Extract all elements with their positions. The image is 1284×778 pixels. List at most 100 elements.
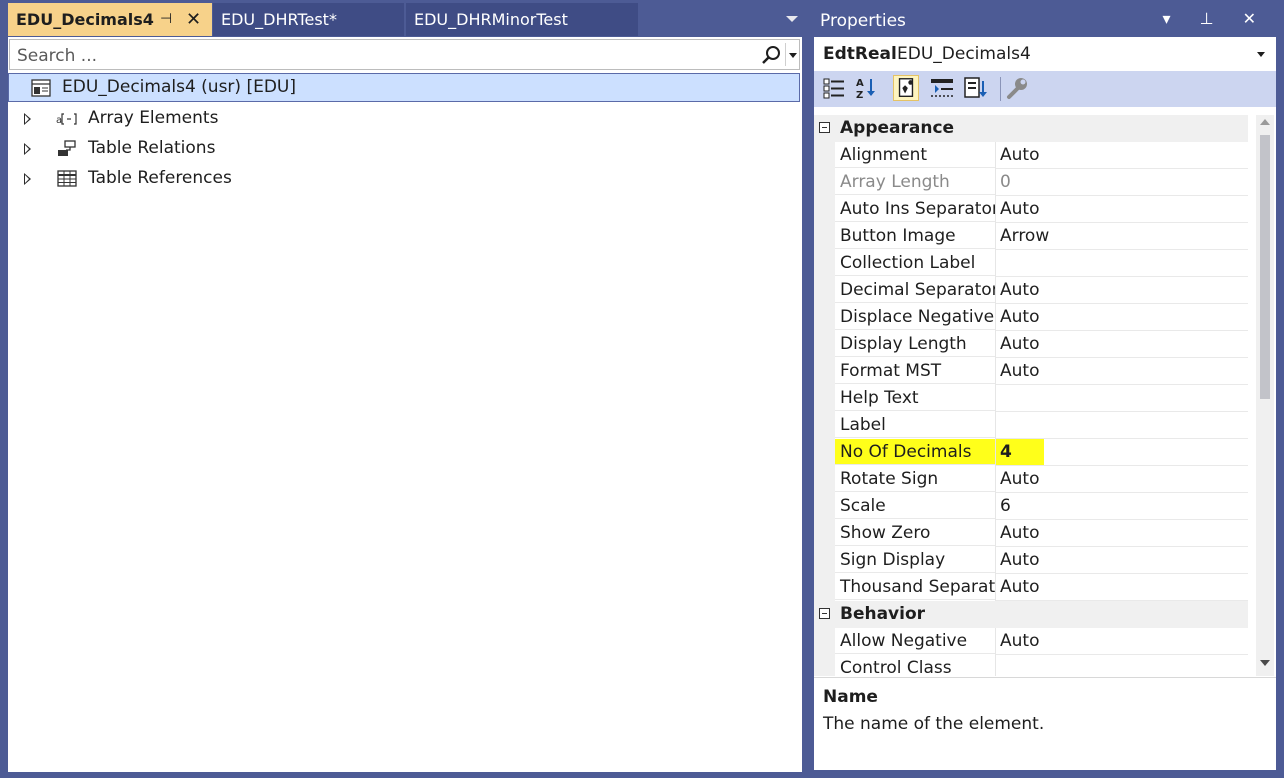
row-gutter bbox=[814, 358, 835, 385]
chevron-down-icon[interactable] bbox=[1257, 52, 1265, 57]
properties-panel: EdtReal EDU_Decimals4 A Z Appearance Ali… bbox=[814, 37, 1276, 770]
scroll-down-icon[interactable] bbox=[1260, 660, 1270, 666]
property-row-collection-label[interactable]: Collection Label bbox=[814, 250, 1248, 277]
properties-toolbar: A Z bbox=[814, 71, 1276, 107]
property-row-show-zero[interactable]: Show Zero Auto bbox=[814, 520, 1248, 547]
property-row-auto-ins-separator[interactable]: Auto Ins Separator Auto bbox=[814, 196, 1248, 223]
expand-arrow-icon[interactable] bbox=[24, 113, 31, 125]
pin-icon[interactable]: ⊣ bbox=[160, 3, 172, 36]
property-name: Collection Label bbox=[835, 250, 995, 276]
svg-text:A: A bbox=[856, 78, 864, 89]
tree-item-label: Array Elements bbox=[88, 108, 219, 128]
property-value[interactable]: Auto bbox=[996, 304, 1248, 331]
property-row-no-of-decimals[interactable]: No Of Decimals 4 bbox=[814, 439, 1248, 466]
close-icon[interactable]: ✕ bbox=[186, 3, 201, 36]
description-divider[interactable] bbox=[814, 677, 1276, 678]
window-buttons-icon[interactable]: ▾ ⊥ ✕ bbox=[1162, 9, 1268, 28]
property-name: Rotate Sign bbox=[835, 466, 995, 492]
scroll-thumb[interactable] bbox=[1260, 135, 1270, 399]
scroll-up-icon[interactable] bbox=[1260, 119, 1270, 125]
toolbar-separator bbox=[1000, 77, 1001, 101]
property-value[interactable]: Auto bbox=[996, 520, 1248, 547]
property-value[interactable]: Auto bbox=[996, 466, 1248, 493]
property-grid-scrollbar[interactable] bbox=[1256, 115, 1274, 676]
tab-edu-decimals4[interactable]: EDU_Decimals4 ⊣ ✕ bbox=[8, 3, 212, 36]
description-title: Name bbox=[823, 687, 878, 707]
property-value[interactable]: Auto bbox=[996, 331, 1248, 358]
collapse-icon[interactable] bbox=[819, 122, 830, 133]
property-row-thousand-separato[interactable]: Thousand Separato Auto bbox=[814, 574, 1248, 601]
category-behavior[interactable]: Behavior bbox=[814, 601, 1248, 628]
property-name: Auto Ins Separator bbox=[835, 196, 995, 222]
property-name: Help Text bbox=[835, 385, 995, 411]
property-row-decimal-separator[interactable]: Decimal Separator Auto bbox=[814, 277, 1248, 304]
property-row-help-text[interactable]: Help Text bbox=[814, 385, 1248, 412]
tree-item-table-relations[interactable]: Table Relations bbox=[8, 134, 800, 164]
property-row-alignment[interactable]: Alignment Auto bbox=[814, 142, 1248, 169]
categorized-icon[interactable] bbox=[821, 75, 847, 101]
property-value[interactable]: 4 bbox=[996, 439, 1248, 466]
search-icon[interactable] bbox=[760, 44, 782, 66]
property-value[interactable]: Auto bbox=[996, 358, 1248, 385]
tab-overflow-dropdown-icon[interactable] bbox=[786, 16, 798, 22]
category-label: Behavior bbox=[840, 604, 926, 624]
row-gutter bbox=[814, 628, 835, 655]
property-row-array-length[interactable]: Array Length 0 bbox=[814, 169, 1248, 196]
object-selector[interactable]: EdtReal EDU_Decimals4 bbox=[814, 37, 1276, 71]
tab-edu-dhrminortest[interactable]: EDU_DHRMinorTest bbox=[406, 3, 638, 36]
property-value[interactable]: Auto bbox=[996, 547, 1248, 574]
property-value[interactable]: 6 bbox=[996, 493, 1248, 520]
sort-alphabetical-icon[interactable]: A Z bbox=[853, 75, 879, 101]
row-gutter bbox=[814, 169, 835, 196]
property-row-display-length[interactable]: Display Length Auto bbox=[814, 331, 1248, 358]
property-row-button-image[interactable]: Button Image Arrow bbox=[814, 223, 1248, 250]
row-gutter bbox=[814, 574, 835, 601]
property-value[interactable]: Auto bbox=[996, 142, 1248, 169]
search-input[interactable] bbox=[10, 40, 759, 71]
property-value[interactable] bbox=[996, 412, 1248, 439]
expand-arrow-icon[interactable] bbox=[24, 143, 31, 155]
tab-edu-dhrtest[interactable]: EDU_DHRTest* bbox=[213, 3, 404, 36]
tree-root-label: EDU_Decimals4 (usr) [EDU] bbox=[62, 77, 296, 97]
tree-item-table-references[interactable]: Table References bbox=[8, 164, 800, 194]
search-options-dropdown-icon[interactable] bbox=[789, 53, 797, 58]
row-gutter bbox=[814, 547, 835, 574]
property-row-scale[interactable]: Scale 6 bbox=[814, 493, 1248, 520]
property-value[interactable] bbox=[996, 250, 1248, 277]
property-row-sign-display[interactable]: Sign Display Auto bbox=[814, 547, 1248, 574]
expand-arrow-icon[interactable] bbox=[24, 173, 31, 185]
property-pages-icon[interactable] bbox=[963, 75, 989, 101]
svg-text:Z: Z bbox=[856, 90, 863, 101]
tree-item-array-elements[interactable]: a Array Elements bbox=[8, 104, 800, 134]
property-row-rotate-sign[interactable]: Rotate Sign Auto bbox=[814, 466, 1248, 493]
object-type: EdtReal bbox=[823, 44, 897, 64]
tree-root-node[interactable]: EDU_Decimals4 (usr) [EDU] bbox=[8, 73, 800, 102]
property-row-label[interactable]: Label bbox=[814, 412, 1248, 439]
row-gutter bbox=[814, 223, 835, 250]
property-grid: Appearance Alignment Auto Array Length 0 Auto… bbox=[814, 115, 1256, 676]
property-value[interactable]: Auto bbox=[996, 196, 1248, 223]
events-icon[interactable] bbox=[929, 75, 955, 101]
row-gutter bbox=[814, 412, 835, 439]
wrench-icon[interactable] bbox=[1004, 75, 1030, 101]
property-name: No Of Decimals bbox=[835, 439, 995, 465]
property-value[interactable]: 0 bbox=[996, 169, 1248, 196]
collapse-icon[interactable] bbox=[819, 608, 830, 619]
property-name: Alignment bbox=[835, 142, 995, 168]
property-row-displace-negative[interactable]: Displace Negative Auto bbox=[814, 304, 1248, 331]
property-value[interactable]: Auto bbox=[996, 574, 1248, 601]
row-gutter bbox=[814, 655, 835, 676]
properties-title: Properties bbox=[820, 11, 906, 31]
property-value[interactable]: Auto bbox=[996, 628, 1248, 655]
property-row-control-class[interactable]: Control Class bbox=[814, 655, 1248, 676]
properties-page-icon[interactable] bbox=[893, 75, 919, 101]
property-value[interactable]: Auto bbox=[996, 277, 1248, 304]
category-appearance[interactable]: Appearance bbox=[814, 115, 1248, 142]
property-value[interactable] bbox=[996, 385, 1248, 412]
row-gutter bbox=[814, 331, 835, 358]
search-separator bbox=[785, 43, 786, 66]
property-value[interactable] bbox=[996, 655, 1248, 676]
property-value[interactable]: Arrow bbox=[996, 223, 1248, 250]
property-row-format-mst[interactable]: Format MST Auto bbox=[814, 358, 1248, 385]
property-row-allow-negative[interactable]: Allow Negative Auto bbox=[814, 628, 1248, 655]
